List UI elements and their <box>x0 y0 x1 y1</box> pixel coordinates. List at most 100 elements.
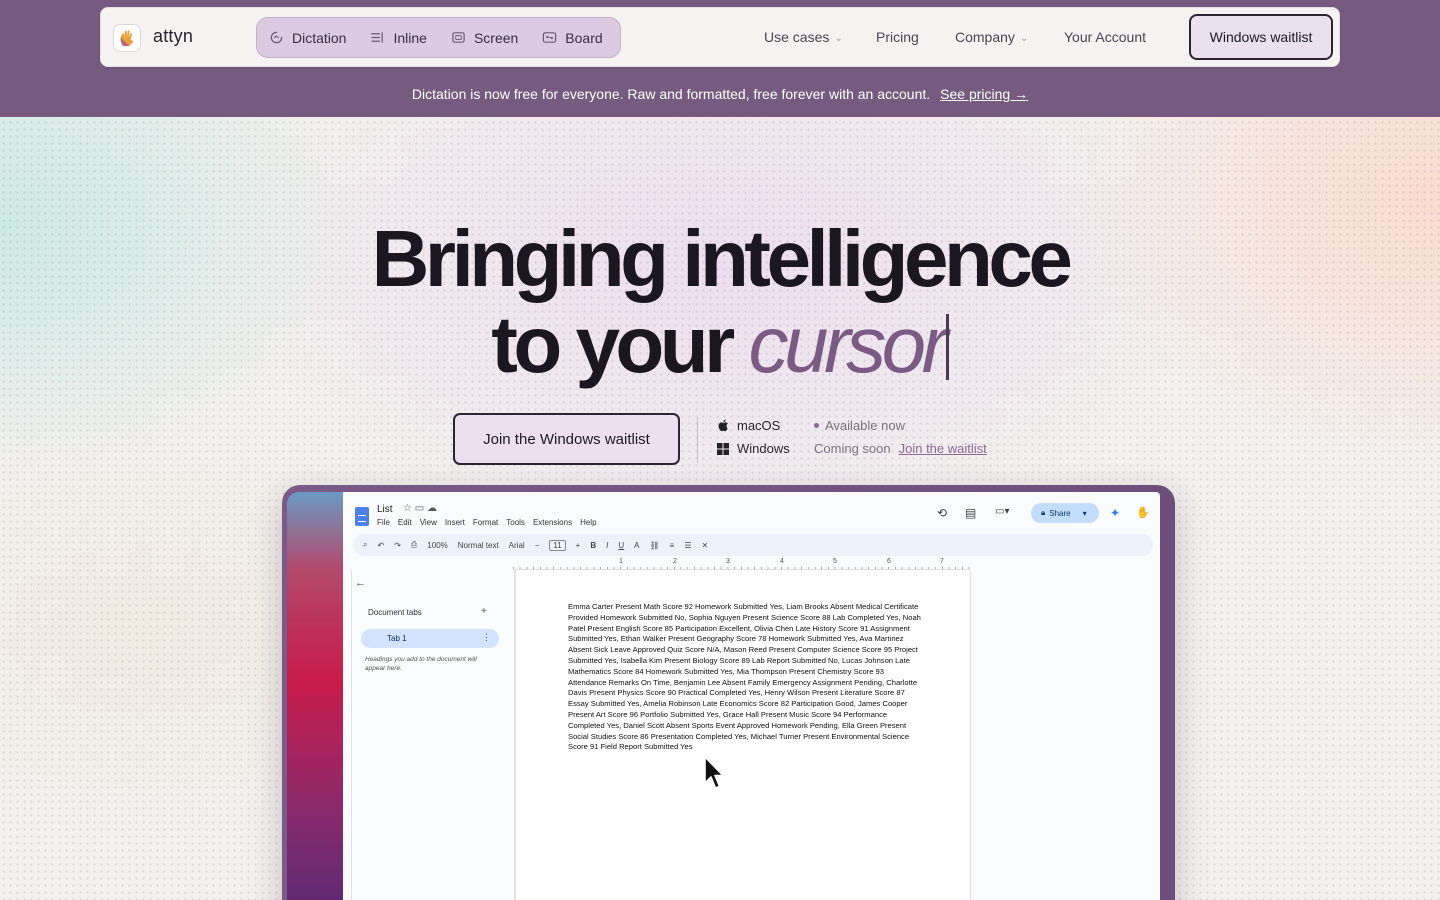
font-plus: + <box>575 540 581 550</box>
nav-company-label: Company <box>955 29 1015 45</box>
macos-label: macOS <box>737 418 781 433</box>
back-arrow-icon: ← <box>355 577 366 589</box>
mode-inline-label: Inline <box>393 29 427 46</box>
mode-switcher: Dictation Inline Screen Board <box>256 17 621 58</box>
doc-title: List <box>377 504 393 515</box>
menu-insert: Insert <box>444 518 465 527</box>
nav-use-cases[interactable]: Use cases ⌄ <box>764 29 876 45</box>
status-dot <box>814 423 819 428</box>
menu-view: View <box>419 518 437 527</box>
ruler-number: 7 <box>940 558 944 565</box>
inline-icon <box>371 32 384 43</box>
share-button: 🔒︎ Share ▾ <box>1031 503 1099 523</box>
cta-divider <box>697 417 698 463</box>
font-minus: − <box>534 540 540 550</box>
logo-hand-icon[interactable] <box>113 24 141 52</box>
board-icon <box>543 32 557 43</box>
mode-dictation[interactable]: Dictation <box>269 30 346 46</box>
macos-status: Available now <box>814 418 905 433</box>
more-vert-icon: ⋮ <box>482 632 491 642</box>
font-size: 11 <box>549 539 566 551</box>
tabs-hint: Headings you add to the document will ap… <box>365 656 477 672</box>
mode-dictation-label: Dictation <box>292 29 347 46</box>
comment-icon: ▤ <box>965 506 977 520</box>
platform-windows: Windows Coming soon Join the waitlist <box>717 441 987 456</box>
docs-window: List ☆ ▭ ☁ File Edit View Insert Format … <box>343 492 1160 900</box>
nav-links: Use cases ⌄ Pricing Company ⌄ Your Accou… <box>764 29 1146 45</box>
hero-accent-word: cursor <box>748 300 949 389</box>
windows-icon <box>717 442 729 455</box>
star-icon: ☆ ▭ ☁ <box>403 503 437 514</box>
doc-toolbar: ⌕ ↶ ↷ ⎙ 100% Normal text Arial − 11 + B … <box>353 534 1153 556</box>
font-select: Arial <box>508 540 525 550</box>
attyn-extension-icon: ✋ <box>1136 507 1150 519</box>
nav-use-cases-label: Use cases <box>764 29 830 45</box>
dictation-icon <box>270 31 283 44</box>
brand-name[interactable]: attyn <box>153 26 193 47</box>
underline-icon: U <box>618 540 625 550</box>
zoom-select: 100% <box>427 540 448 550</box>
left-ruler <box>346 570 352 900</box>
hero-line-1: Bringing intelligence <box>371 214 1073 303</box>
clear-format-icon: ✕ <box>701 540 709 550</box>
ruler-number: 1 <box>619 558 623 565</box>
announcement-text: Dictation is now free for everyone. Raw … <box>411 86 931 102</box>
ruler-number: 4 <box>780 558 784 565</box>
mode-board[interactable]: Board <box>542 29 603 46</box>
mouse-cursor-icon <box>704 756 724 789</box>
menu-tools: Tools <box>506 518 525 527</box>
join-waitlist-link[interactable]: Join the waitlist <box>899 441 987 456</box>
style-select: Normal text <box>457 540 499 550</box>
top-ruler <box>513 560 970 570</box>
history-icon: ⟲ <box>937 506 948 520</box>
ruler-number: 3 <box>726 558 730 565</box>
hero-title: Bringing intelligence to your cursor <box>0 216 1440 388</box>
nav-your-account[interactable]: Your Account <box>1064 29 1146 45</box>
ruler-number: 5 <box>833 558 837 565</box>
italic-icon: I <box>606 540 609 550</box>
join-windows-waitlist-button[interactable]: Join the Windows waitlist <box>453 413 680 465</box>
list-icon: ☰ <box>684 540 692 550</box>
ruler-number: 2 <box>673 558 677 565</box>
nav-pricing[interactable]: Pricing <box>876 29 955 45</box>
apple-icon <box>718 419 728 432</box>
text-caret <box>945 314 949 380</box>
navbar: attyn Dictation Inline Screen Board Use … <box>100 7 1340 67</box>
gemini-icon: ✦ <box>1110 506 1121 520</box>
docs-icon <box>355 507 369 526</box>
windows-label: Windows <box>737 441 790 456</box>
chevron-down-icon: ▾ <box>1082 508 1087 518</box>
desktop-wallpaper <box>287 492 345 900</box>
windows-status: Coming soon <box>814 441 891 456</box>
tab-1: Tab 1 <box>361 629 499 648</box>
nav-company[interactable]: Company ⌄ <box>955 29 1064 45</box>
bold-icon: B <box>590 540 597 550</box>
text-color-icon: A <box>634 540 640 550</box>
windows-waitlist-button[interactable]: Windows waitlist <box>1189 14 1333 60</box>
doc-body-text: Emma Carter Present Math Score 92 Homewo… <box>568 602 921 752</box>
menu-edit: Edit <box>397 518 412 527</box>
mode-screen[interactable]: Screen <box>451 30 518 46</box>
hero-line-2-prefix: to your <box>491 300 735 389</box>
lock-icon: 🔒︎ <box>1041 508 1046 517</box>
meet-icon: ▭▾ <box>995 506 1010 517</box>
doc-tabs-panel <box>353 570 515 900</box>
menu-format: Format <box>472 518 499 527</box>
align-icon: ≡ <box>669 540 675 550</box>
see-pricing-link[interactable]: See pricing → <box>940 86 1028 102</box>
chevron-down-icon: ⌄ <box>834 32 843 44</box>
menu-file: File <box>377 518 390 527</box>
menu-help: Help <box>580 518 597 527</box>
mode-board-label: Board <box>565 29 603 46</box>
print-icon: ⎙ <box>410 540 418 549</box>
announcement-bar: Dictation is now free for everyone. Raw … <box>0 86 1440 102</box>
screen-icon <box>452 32 465 43</box>
macos-status-text: Available now <box>825 418 905 433</box>
doc-menu-bar: File Edit View Insert Format Tools Exten… <box>377 518 597 527</box>
doc-tabs-title: Document tabs <box>368 608 422 617</box>
search-icon: ⌕ <box>363 540 368 549</box>
undo-icon: ↶ <box>377 540 385 550</box>
link-icon: ⛓ <box>649 540 660 550</box>
redo-icon: ↷ <box>394 540 401 550</box>
mode-inline[interactable]: Inline <box>370 29 427 46</box>
